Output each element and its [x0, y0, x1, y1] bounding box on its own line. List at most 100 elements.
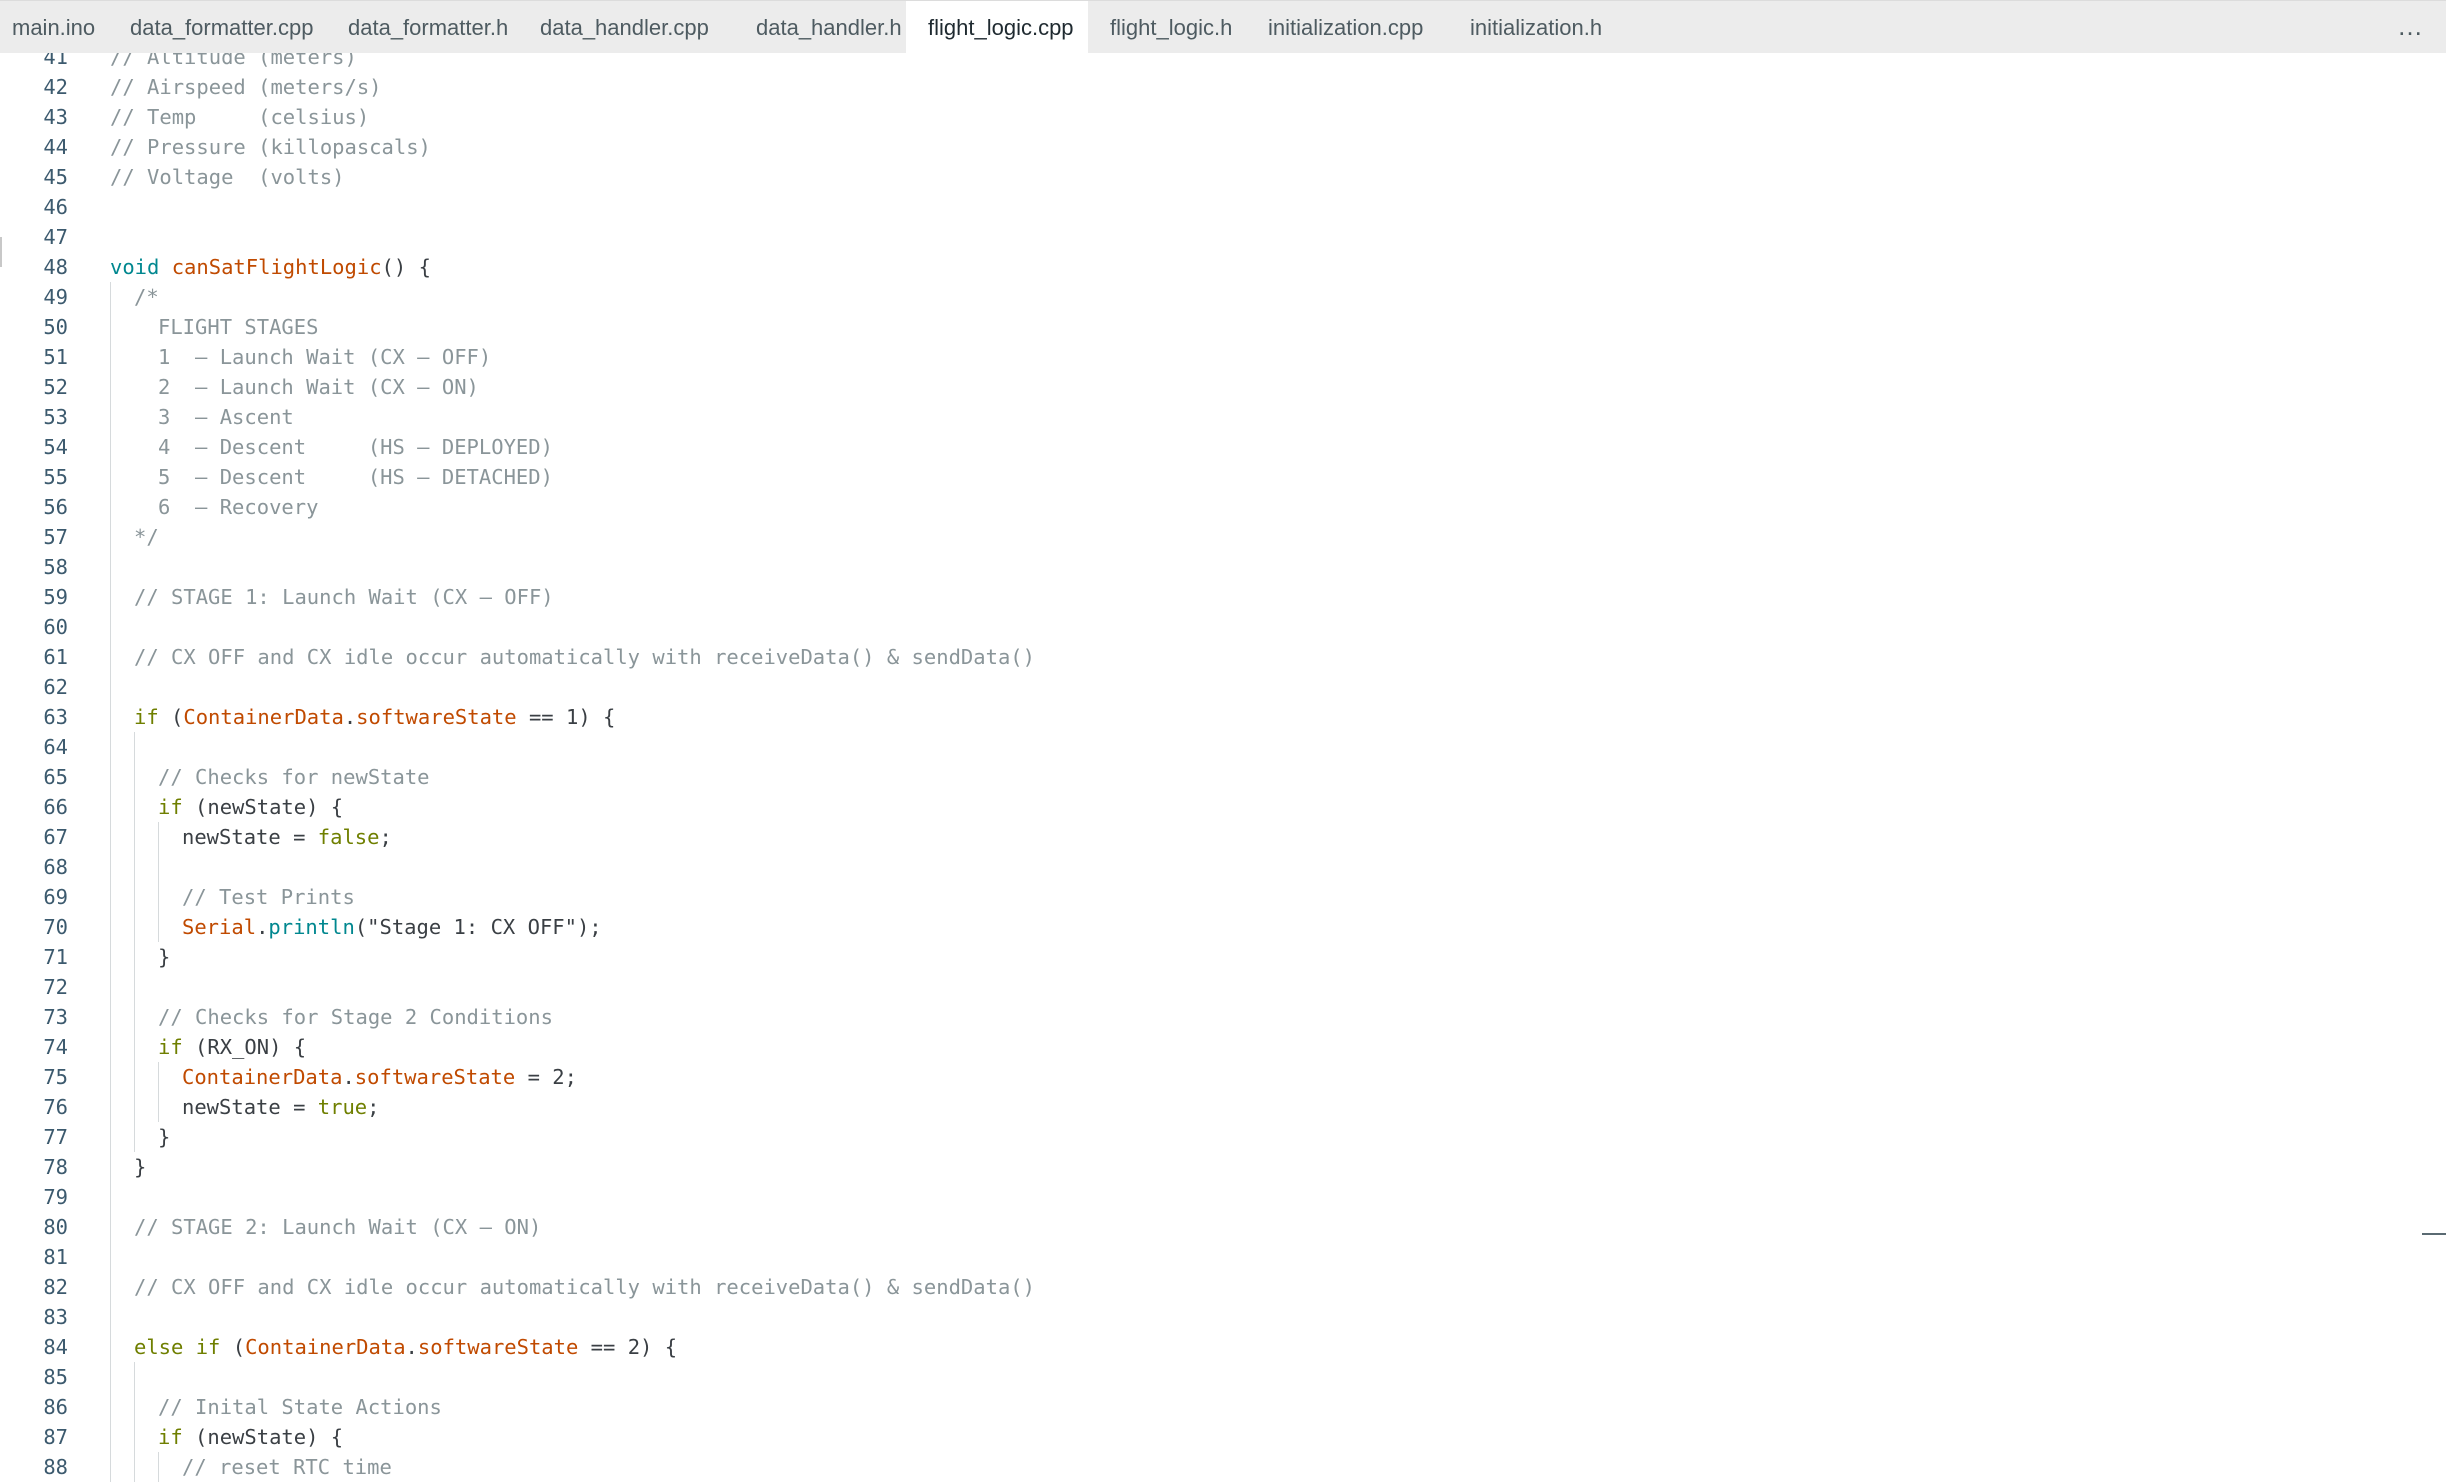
- line-number: 85: [43, 1365, 68, 1389]
- code-token-plain: }: [158, 945, 171, 969]
- code-line[interactable]: 76 newState = true;: [0, 1092, 2400, 1122]
- code-token-comment: /*: [134, 285, 159, 309]
- code-line[interactable]: 86 // Inital State Actions: [0, 1392, 2400, 1422]
- tab-flight-logic-cpp[interactable]: flight_logic.cpp: [906, 1, 1088, 54]
- code-line[interactable]: 83: [0, 1302, 2400, 1332]
- code-line[interactable]: 45 // Voltage (volts): [0, 162, 2400, 192]
- code-text: 6 – Recovery: [158, 492, 318, 522]
- tab-initialization-h[interactable]: initialization.h: [1448, 1, 1602, 54]
- code-line[interactable]: 49 /*: [0, 282, 2400, 312]
- code-line[interactable]: 64: [0, 732, 2400, 762]
- code-text: // Checks for newState: [158, 762, 430, 792]
- code-line[interactable]: 70 Serial.println("Stage 1: CX OFF");: [0, 912, 2400, 942]
- tab-main-ino[interactable]: main.ino: [0, 1, 108, 54]
- line-number: 60: [43, 615, 68, 639]
- line-number: 42: [43, 75, 68, 99]
- code-line[interactable]: 47: [0, 222, 2400, 252]
- line-number: 59: [43, 585, 68, 609]
- code-token-comment: */: [134, 525, 159, 549]
- code-line[interactable]: 56 6 – Recovery: [0, 492, 2400, 522]
- line-number: 55: [43, 465, 68, 489]
- indent-guide: [110, 282, 111, 1482]
- code-line[interactable]: 81: [0, 1242, 2400, 1272]
- code-line[interactable]: 41 // Altitude (meters): [0, 53, 2400, 72]
- code-token-comment: // Voltage (volts): [110, 165, 345, 189]
- code-token-comment: // Temp (celsius): [110, 105, 370, 129]
- line-number: 78: [43, 1155, 68, 1179]
- tab-flight-logic-h[interactable]: flight_logic.h: [1088, 1, 1246, 54]
- tab-data-handler-h[interactable]: data_handler.h: [734, 1, 906, 54]
- code-line[interactable]: 60: [0, 612, 2400, 642]
- code-line[interactable]: 59 // STAGE 1: Launch Wait (CX – OFF): [0, 582, 2400, 612]
- indent-guide: [158, 1452, 159, 1482]
- code-line[interactable]: 84 else if (ContainerData.softwareState =…: [0, 1332, 2400, 1362]
- code-line[interactable]: 73 // Checks for Stage 2 Conditions: [0, 1002, 2400, 1032]
- code-token-plain: newState =: [182, 1095, 318, 1119]
- code-line[interactable]: 77}: [0, 1122, 2400, 1152]
- tab-data-formatter-h[interactable]: data_formatter.h: [326, 1, 540, 54]
- code-line[interactable]: 54 4 – Descent (HS – DEPLOYED): [0, 432, 2400, 462]
- code-text: newState = false;: [182, 822, 392, 852]
- code-token-comment: // reset RTC time: [182, 1455, 392, 1479]
- code-token-comment: 2 – Launch Wait (CX – ON): [158, 375, 479, 399]
- code-line[interactable]: 43 // Temp (celsius): [0, 102, 2400, 132]
- code-text: // CX OFF and CX idle occur automaticall…: [134, 1272, 1035, 1302]
- code-line[interactable]: 74 if (RX_ON) {: [0, 1032, 2400, 1062]
- code-line[interactable]: 55 5 – Descent (HS – DETACHED): [0, 462, 2400, 492]
- code-line[interactable]: 80 // STAGE 2: Launch Wait (CX – ON): [0, 1212, 2400, 1242]
- code-line[interactable]: 82 // CX OFF and CX idle occur automatica…: [0, 1272, 2400, 1302]
- more-tabs-icon[interactable]: …: [2397, 1, 2424, 54]
- code-line[interactable]: 58: [0, 552, 2400, 582]
- code-line[interactable]: 44 // Pressure (killopascals): [0, 132, 2400, 162]
- tab-data-formatter-cpp[interactable]: data_formatter.cpp: [108, 1, 326, 54]
- code-line[interactable]: 65 // Checks for newState: [0, 762, 2400, 792]
- code-token-comment: // CX OFF and CX idle occur automaticall…: [134, 1275, 1035, 1299]
- code-line[interactable]: 46: [0, 192, 2400, 222]
- code-text: if (newState) {: [158, 792, 343, 822]
- code-line[interactable]: 85: [0, 1362, 2400, 1392]
- line-number: 44: [43, 135, 68, 159]
- code-line[interactable]: 52 2 – Launch Wait (CX – ON): [0, 372, 2400, 402]
- code-line[interactable]: 68: [0, 852, 2400, 882]
- code-token-plain: newState =: [182, 825, 318, 849]
- code-token-keyword: true: [317, 1095, 368, 1119]
- code-token-function: canSatFlightLogic: [171, 255, 382, 279]
- line-number: 53: [43, 405, 68, 429]
- code-line[interactable]: 69 // Test Prints: [0, 882, 2400, 912]
- tab-data-handler-cpp[interactable]: data_handler.cpp: [518, 1, 734, 54]
- code-line[interactable]: 79: [0, 1182, 2400, 1212]
- code-line[interactable]: 87 if (newState) {: [0, 1422, 2400, 1452]
- tab-initialization-cpp[interactable]: initialization.cpp: [1246, 1, 1448, 54]
- code-line[interactable]: 67 newState = false;: [0, 822, 2400, 852]
- code-token-plain: .: [343, 705, 357, 729]
- code-line[interactable]: 78}: [0, 1152, 2400, 1182]
- code-line[interactable]: 57 */: [0, 522, 2400, 552]
- code-line[interactable]: 53 3 – Ascent: [0, 402, 2400, 432]
- code-line[interactable]: 51 1 – Launch Wait (CX – OFF): [0, 342, 2400, 372]
- code-line[interactable]: 48 void canSatFlightLogic() {: [0, 252, 2400, 282]
- code-editor[interactable]: 41 // Altitude (meters) 42 // Airspeed (met…: [0, 53, 2446, 1484]
- code-line[interactable]: 71}: [0, 942, 2400, 972]
- code-text: }: [158, 942, 170, 972]
- code-token-keyword: else if: [134, 1335, 221, 1359]
- code-line[interactable]: 42 // Airspeed (meters/s): [0, 72, 2400, 102]
- line-number: 47: [43, 225, 68, 249]
- code-line[interactable]: 63 if (ContainerData.softwareState == 1) …: [0, 702, 2400, 732]
- code-token-function: Serial: [182, 915, 257, 939]
- code-line[interactable]: 50 FLIGHT STAGES: [0, 312, 2400, 342]
- line-number: 87: [43, 1425, 68, 1449]
- code-line[interactable]: 66 if (newState) {: [0, 792, 2400, 822]
- scrollbar-thumb[interactable]: [2422, 1233, 2446, 1235]
- indent-guide: [158, 1062, 159, 1122]
- code-text: }: [134, 1152, 146, 1182]
- line-number: 61: [43, 645, 68, 669]
- code-line[interactable]: 75 ContainerData.softwareState = 2;: [0, 1062, 2400, 1092]
- code-line[interactable]: 61 // CX OFF and CX idle occur automatica…: [0, 642, 2400, 672]
- code-token-function: ContainerData: [245, 1335, 406, 1359]
- code-line[interactable]: 88 // reset RTC time: [0, 1452, 2400, 1482]
- line-number: 46: [43, 195, 68, 219]
- code-token-function: ContainerData: [183, 705, 344, 729]
- indent-guide: [158, 822, 159, 942]
- code-line[interactable]: 62: [0, 672, 2400, 702]
- code-line[interactable]: 72: [0, 972, 2400, 1002]
